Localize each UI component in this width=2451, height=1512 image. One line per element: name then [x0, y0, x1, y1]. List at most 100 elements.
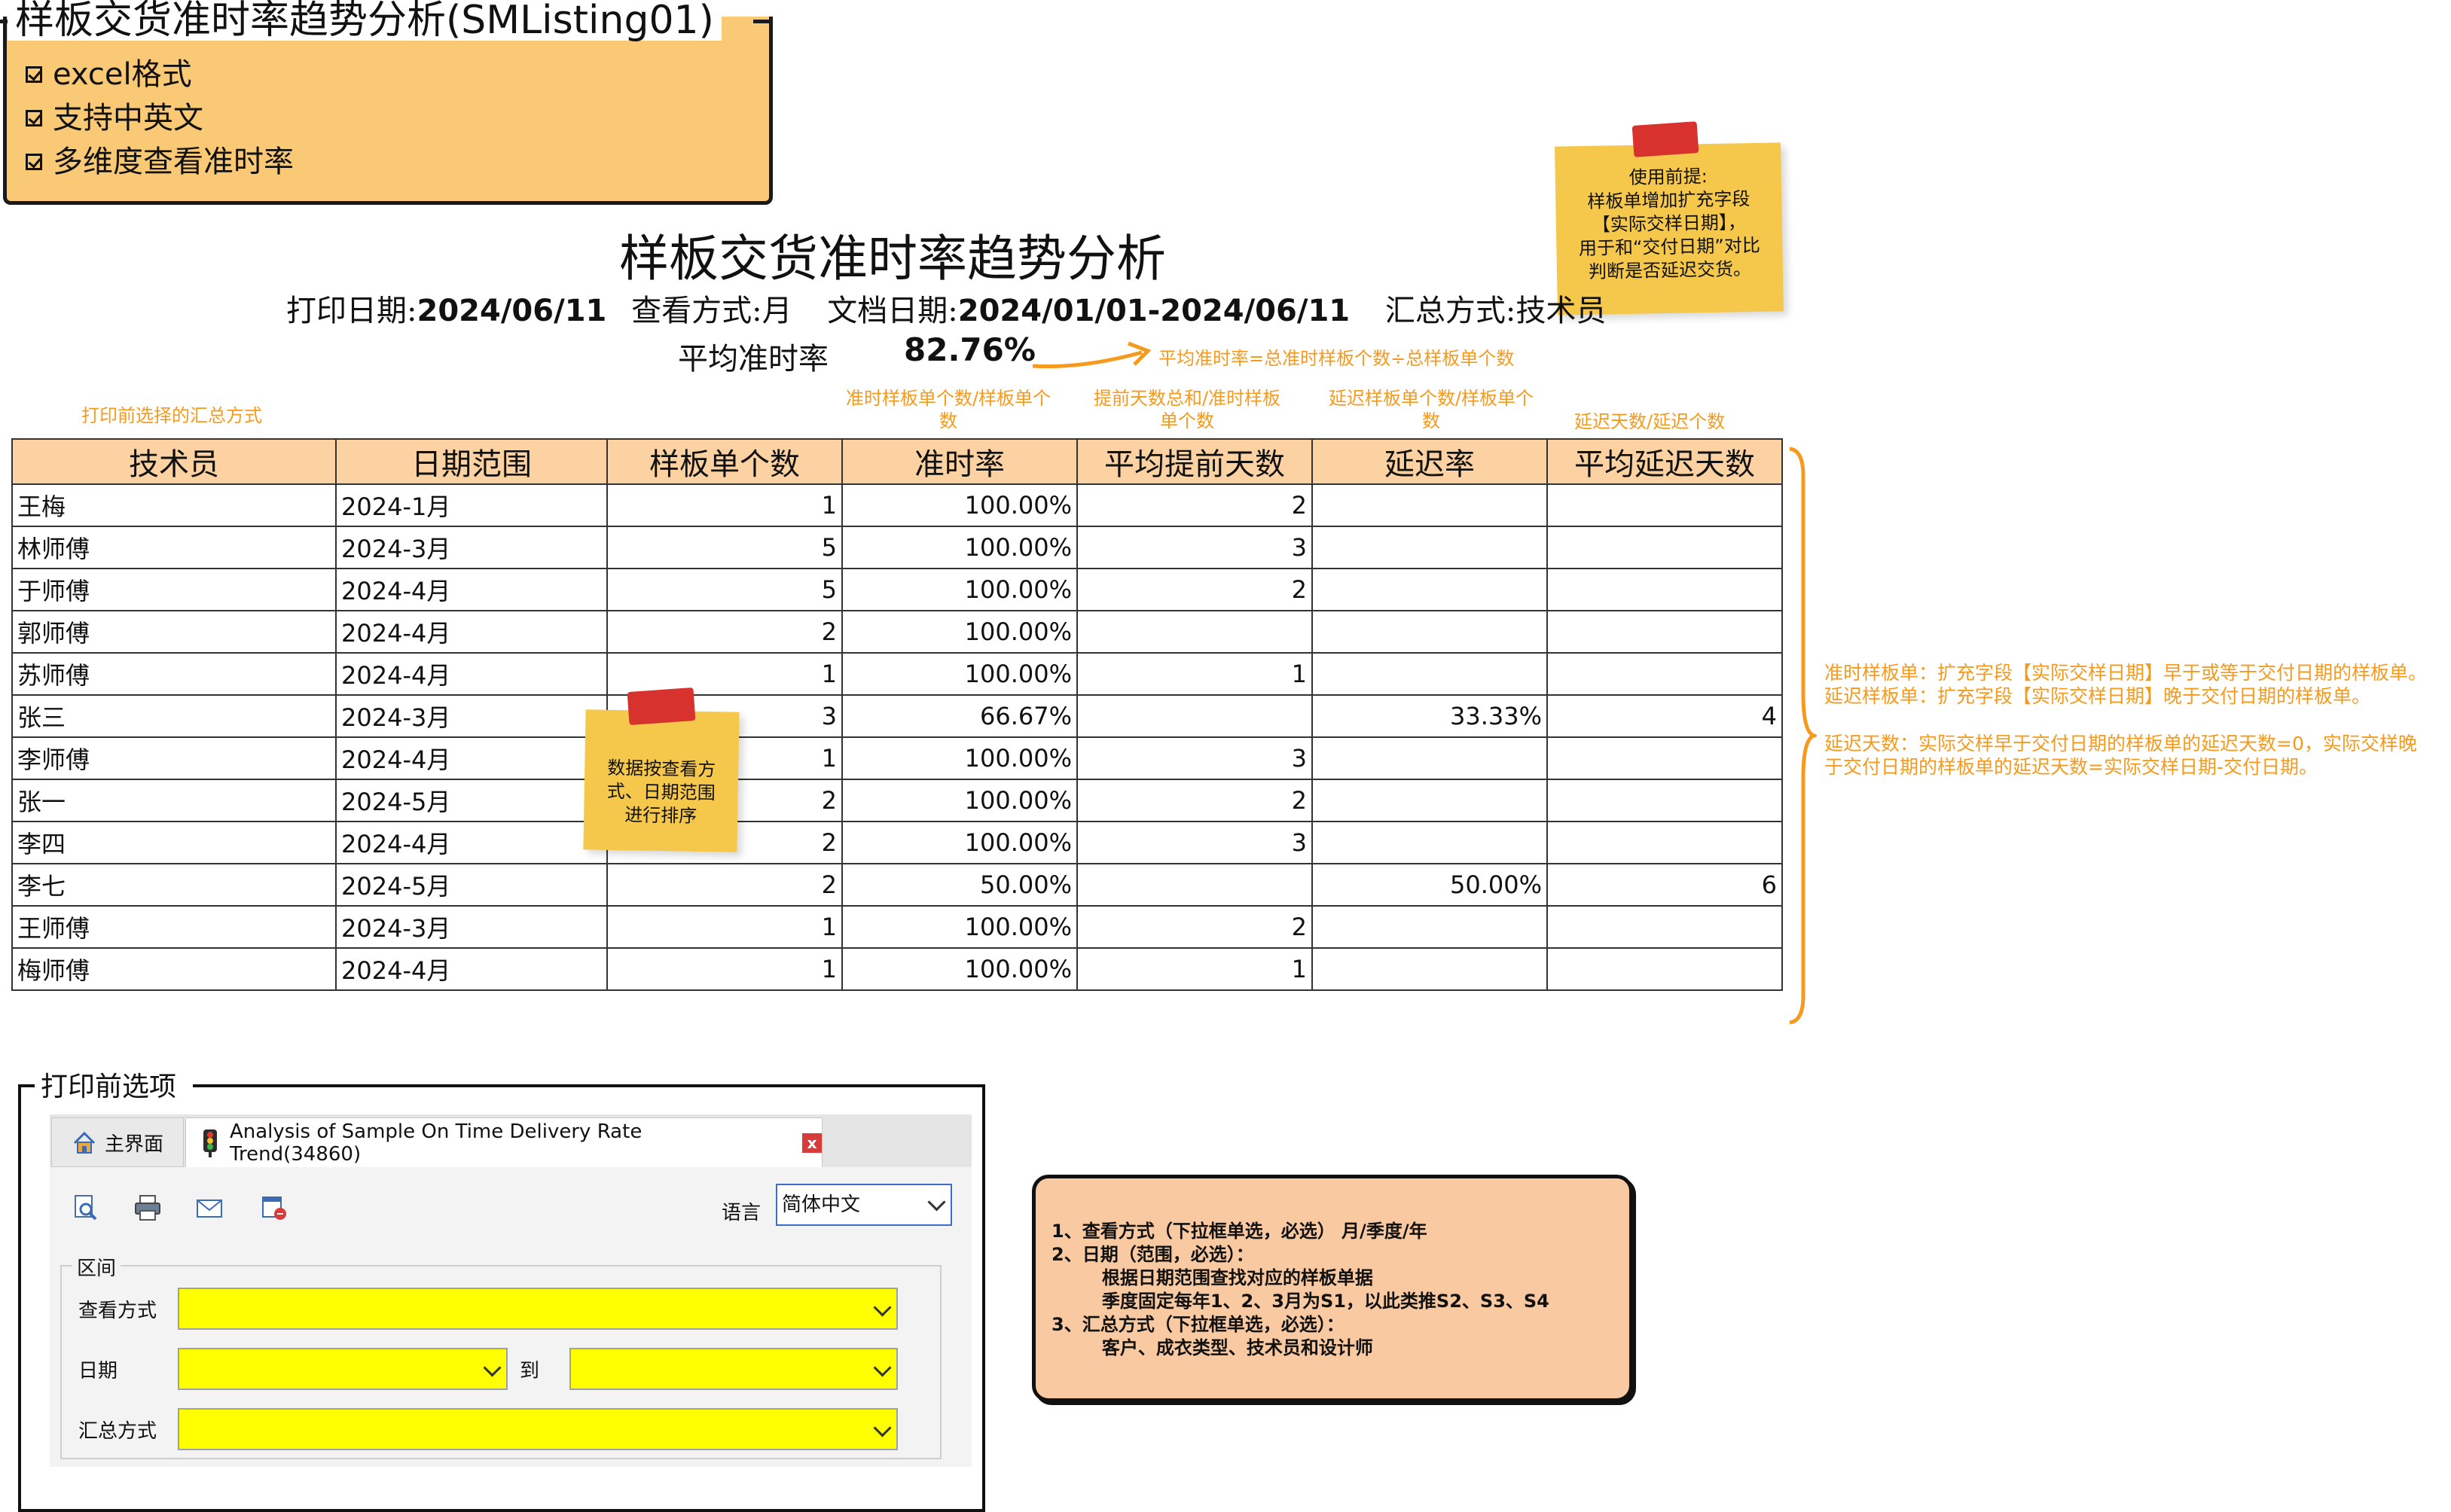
summary-label: 汇总方式: — [1384, 294, 1516, 328]
view-mode-label: 查看方式: — [631, 294, 762, 328]
cell-date-range: 2024-5月 — [335, 863, 608, 907]
frame-border — [18, 1084, 35, 1087]
cell-ontime-rate: 100.00% — [841, 947, 1078, 991]
export-icon[interactable] — [259, 1193, 289, 1223]
cell-date-range: 2024-4月 — [335, 610, 608, 654]
arrow-icon — [1032, 341, 1152, 369]
cell-count: 1 — [606, 483, 843, 527]
cell-avg-delay — [1546, 483, 1783, 527]
cell-count: 5 — [606, 568, 843, 611]
summary-select[interactable] — [178, 1408, 898, 1450]
date-from-select[interactable] — [178, 1348, 508, 1390]
feature-item: 多维度查看准时率 — [26, 140, 294, 184]
col-header-avg-early: 平均提前天数 — [1076, 438, 1313, 485]
cell-technician: 郭师傅 — [11, 610, 337, 654]
language-value: 简体中文 — [782, 1193, 861, 1216]
tab-analysis[interactable]: Analysis of Sample On Time Delivery Rate… — [185, 1117, 823, 1167]
feature-frame-tick — [753, 20, 773, 23]
cell-avg-early: 1 — [1076, 652, 1313, 696]
chevron-down-icon — [927, 1193, 946, 1212]
view-mode: 月 — [762, 294, 792, 328]
cell-delay-rate — [1311, 483, 1548, 527]
chevron-down-icon — [873, 1358, 892, 1377]
feature-list: excel格式 支持中英文 多维度查看准时率 — [26, 53, 294, 184]
cell-ontime-rate: 100.00% — [841, 483, 1078, 527]
cell-delay-rate: 50.00% — [1311, 863, 1548, 907]
email-icon[interactable] — [194, 1193, 224, 1223]
preview-icon[interactable] — [71, 1193, 101, 1223]
view-mode-select[interactable] — [178, 1288, 898, 1330]
table-row: 林师傅 2024-3月 5 100.00% 3 — [11, 526, 1783, 569]
cell-ontime-rate: 100.00% — [841, 610, 1078, 654]
note-delay-rate: 延迟样板单个数/样板单个数 — [1328, 388, 1534, 431]
cell-ontime-rate: 66.67% — [841, 694, 1078, 738]
note-summary-choice: 打印前选择的汇总方式 — [81, 405, 262, 426]
note-avg-formula: 平均准时率=总准时样板个数÷总样板单个数 — [1158, 348, 1515, 369]
feature-item-label: 支持中英文 — [53, 101, 203, 136]
tab-analysis-label: Analysis of Sample On Time Delivery Rate… — [229, 1120, 643, 1166]
cell-count: 2 — [606, 863, 843, 907]
cell-avg-delay — [1546, 610, 1783, 654]
cell-date-range: 2024-3月 — [335, 905, 608, 949]
cell-date-range: 2024-4月 — [335, 821, 608, 864]
table-row: 张一 2024-5月 2 100.00% 2 — [11, 779, 1783, 822]
cell-delay-rate — [1311, 905, 1548, 949]
avg-rate-label: 平均准时率 — [678, 342, 829, 376]
info-card-text: 1、查看方式（下拉框单选，必选） 月/季度/年 2、日期（范围，必选）： 根据日… — [1052, 1221, 1549, 1358]
cell-ontime-rate: 100.00% — [841, 526, 1078, 569]
tab-main-label: 主界面 — [104, 1132, 163, 1156]
table-row: 李四 2024-4月 2 100.00% 3 — [11, 821, 1783, 864]
chevron-down-icon — [873, 1419, 892, 1437]
cell-avg-delay — [1546, 652, 1783, 696]
print-icon[interactable] — [133, 1193, 163, 1223]
date-to-select[interactable] — [569, 1348, 898, 1390]
report-info: 打印日期:2024/06/11 查看方式:月 文档日期:2024/01/01-2… — [286, 286, 1606, 330]
table-row: 李师傅 2024-4月 1 100.00% 3 — [11, 736, 1783, 780]
col-header-count: 样板单个数 — [606, 438, 843, 485]
cell-ontime-rate: 100.00% — [841, 821, 1078, 864]
date-to-label: 到 — [520, 1360, 540, 1382]
cell-avg-early: 3 — [1076, 526, 1313, 569]
cell-date-range: 2024-4月 — [335, 652, 608, 696]
table-header-row: 技术员 日期范围 样板单个数 准时率 平均提前天数 延迟率 平均延迟天数 — [11, 438, 1783, 485]
sticky-line: 式、日期范围 — [606, 780, 716, 804]
cell-ontime-rate: 100.00% — [841, 779, 1078, 822]
col-header-delay-rate: 延迟率 — [1311, 438, 1548, 485]
view-mode-field-label: 查看方式 — [78, 1300, 157, 1322]
cell-date-range: 2024-4月 — [335, 568, 608, 611]
feature-title: 样板交货准时率趋势分析(SMListing01) — [8, 0, 722, 41]
range-group-title: 区间 — [72, 1253, 121, 1281]
note-delay-def: 延迟样板单：扩充字段【实际交样日期】晚于交付日期的样板单。 — [1824, 685, 2371, 707]
cell-avg-delay: 6 — [1546, 863, 1783, 907]
cell-delay-rate — [1311, 736, 1548, 780]
chevron-down-icon — [483, 1358, 502, 1377]
tab-main[interactable]: 主界面 — [51, 1117, 184, 1167]
checkbox-icon — [26, 110, 42, 127]
print-options-title: 打印前选项 — [41, 1072, 177, 1102]
note-delay-days-2: 于交付日期的样板单的延迟天数=实际交样日期-交付日期。 — [1824, 756, 2318, 778]
cell-ontime-rate: 100.00% — [841, 568, 1078, 611]
cell-technician: 李师傅 — [11, 736, 337, 780]
sticky-line: 样板单增加扩充字段 — [1587, 188, 1750, 212]
avg-rate-value: 82.76% — [904, 331, 1036, 368]
language-select[interactable]: 简体中文 — [776, 1184, 952, 1226]
cell-ontime-rate: 100.00% — [841, 652, 1078, 696]
cell-technician: 李四 — [11, 821, 337, 864]
col-header-avg-delay: 平均延迟天数 — [1546, 438, 1783, 485]
cell-avg-delay — [1546, 568, 1783, 611]
close-icon[interactable]: x — [802, 1132, 822, 1153]
note-avg-delay: 延迟天数/延迟个数 — [1574, 411, 1726, 432]
cell-technician: 林师傅 — [11, 526, 337, 569]
language-label: 语言 — [722, 1202, 762, 1224]
cell-avg-early: 2 — [1076, 568, 1313, 611]
cell-avg-early: 3 — [1076, 736, 1313, 780]
summary-field-label: 汇总方式 — [78, 1420, 157, 1443]
cell-avg-delay — [1546, 947, 1783, 991]
brace-icon — [1789, 447, 1817, 1025]
tape-icon — [1631, 121, 1699, 157]
note-avg-early: 提前天数总和/准时样板单个数 — [1093, 388, 1281, 431]
checkbox-icon — [26, 66, 42, 83]
table-row: 王梅 2024-1月 1 100.00% 2 — [11, 483, 1783, 527]
cell-avg-delay — [1546, 779, 1783, 822]
cell-delay-rate — [1311, 779, 1548, 822]
